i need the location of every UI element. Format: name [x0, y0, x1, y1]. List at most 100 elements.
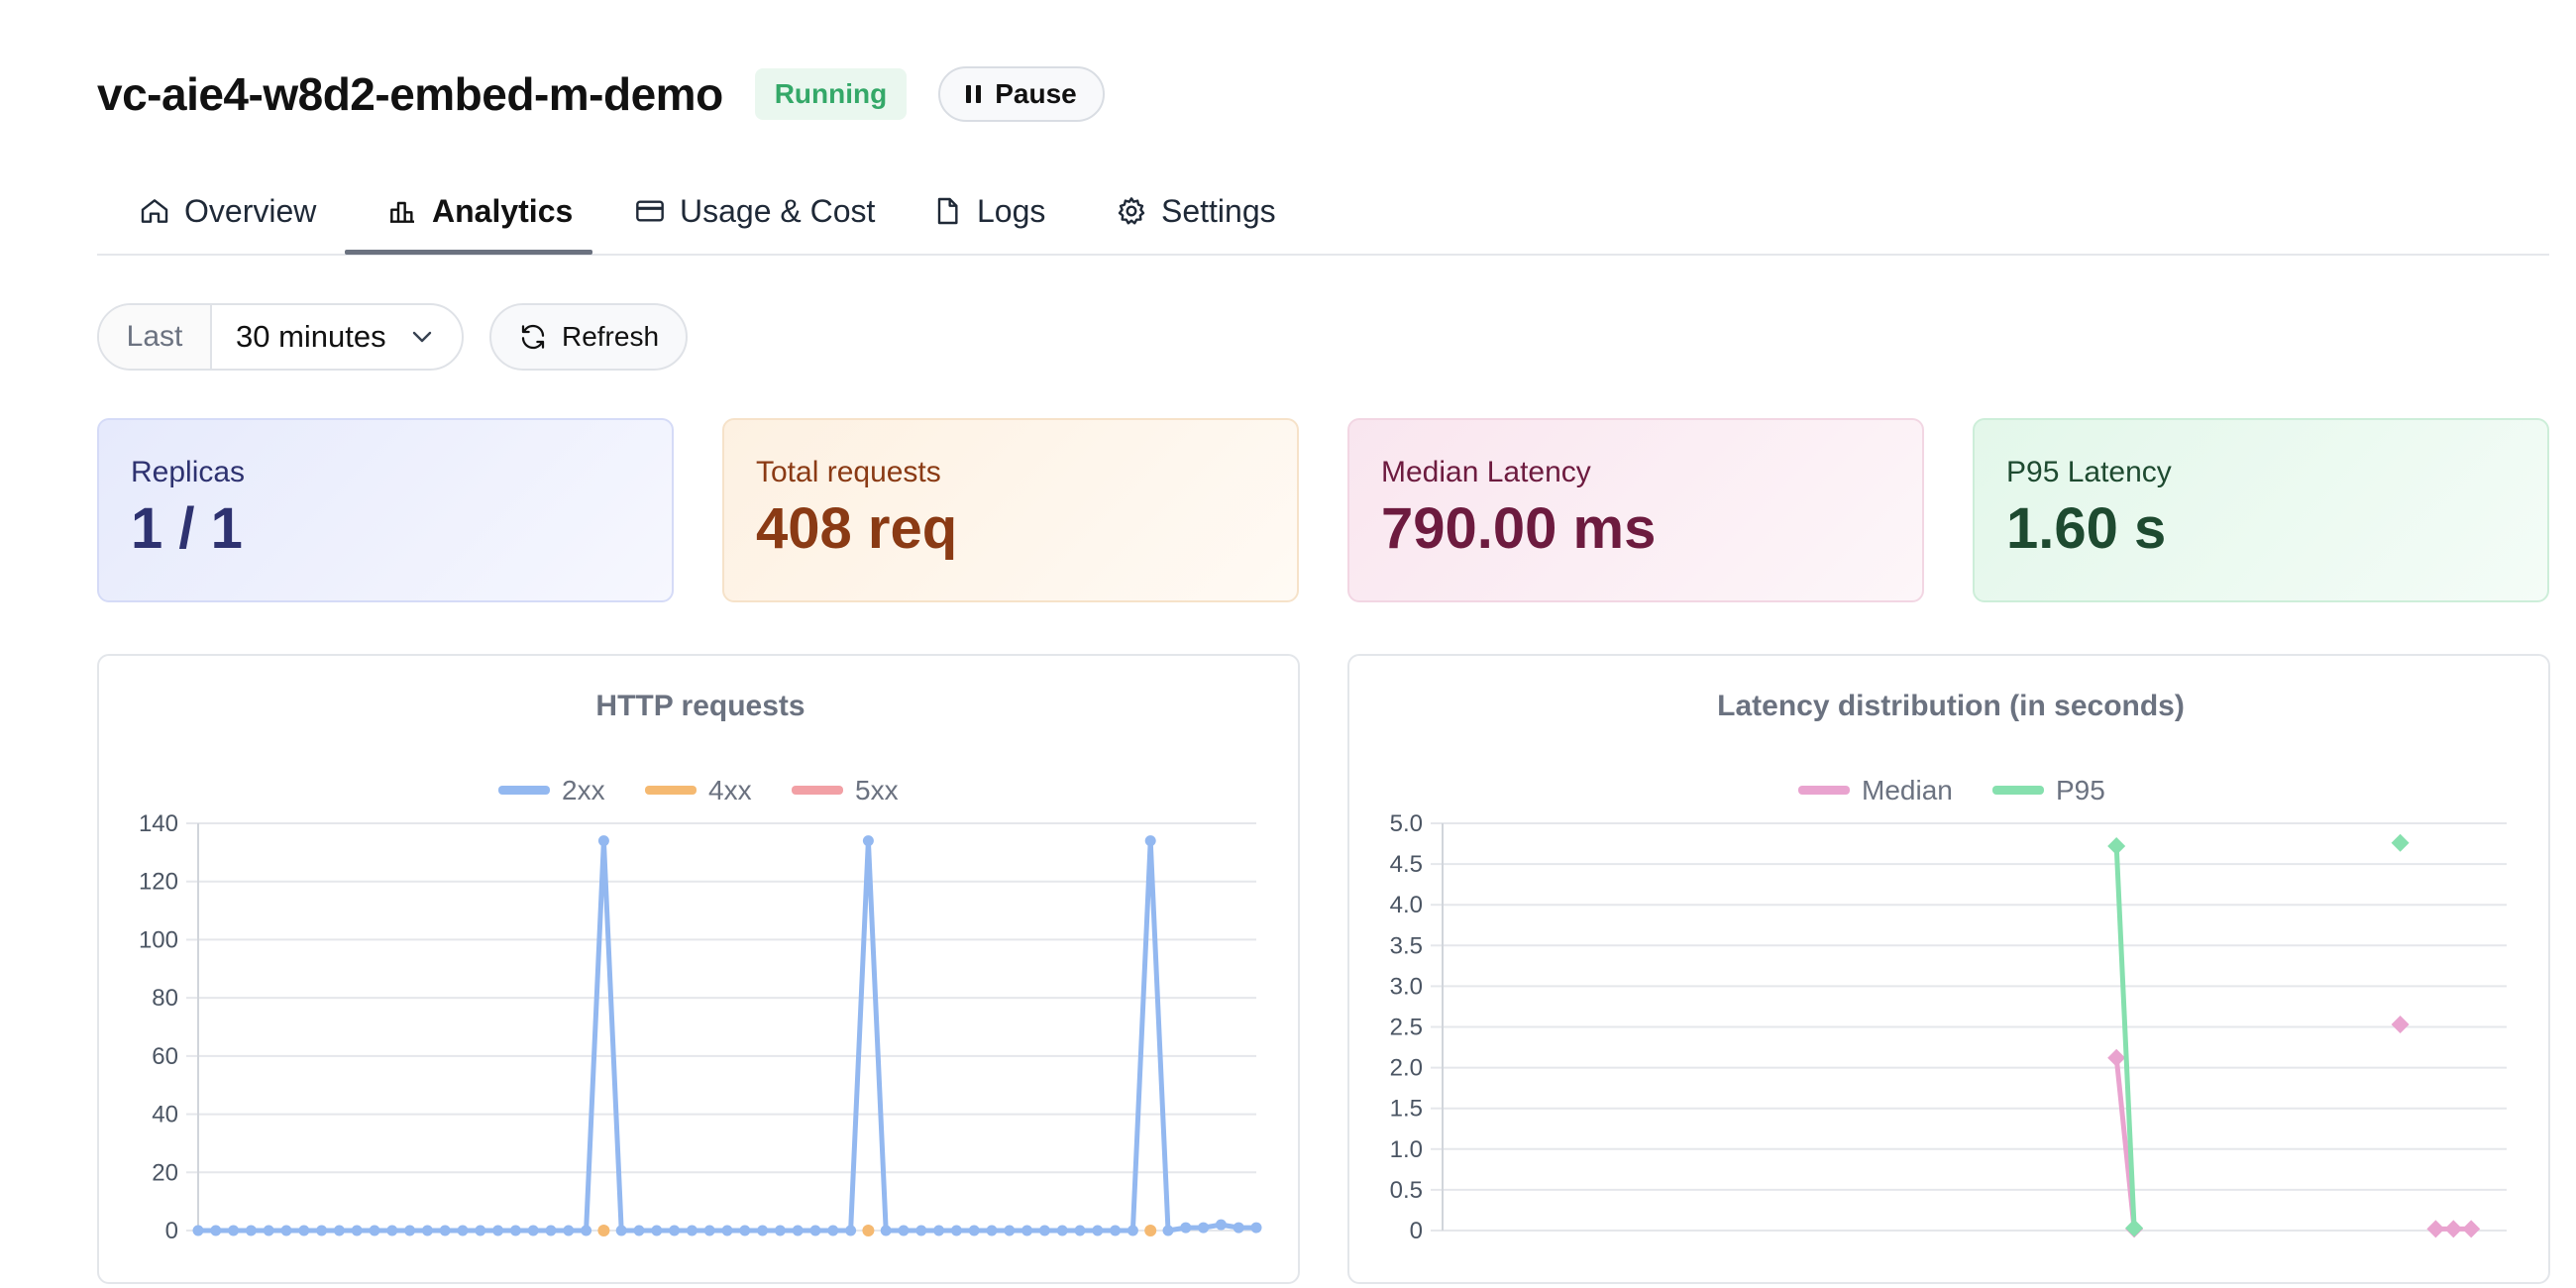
data-point-2xx [527, 1225, 539, 1236]
tab-overview[interactable]: Overview [139, 168, 316, 254]
tab-label: Settings [1161, 192, 1276, 229]
y-tick-label: 0.5 [1390, 1177, 1423, 1204]
http-requests-chart-card: HTTP requests 2xx 4xx 5xx 0 20 40 60 80 100 120 140 [97, 654, 1300, 1284]
tab-label: Overview [184, 192, 317, 229]
tab-settings[interactable]: Settings [1116, 168, 1276, 254]
data-point-2xx [597, 835, 609, 847]
file-icon [937, 197, 958, 225]
legend-swatch [792, 786, 843, 795]
y-tick-label: 120 [139, 869, 178, 896]
data-point-2xx [915, 1225, 927, 1236]
data-point-2xx [1233, 1222, 1244, 1234]
data-point-2xx [1074, 1225, 1086, 1236]
legend-label: Median [1862, 775, 1953, 805]
latency-chart-card: Latency distribution (in seconds) Median P… [1347, 654, 2550, 1284]
legend-swatch [1798, 786, 1850, 795]
y-tick-label: 0 [1410, 1218, 1423, 1244]
data-point-median [2107, 1048, 2126, 1067]
time-range-value: 30 minutes [236, 319, 386, 354]
gear-icon [1118, 197, 1145, 225]
legend-swatch [645, 786, 697, 795]
latency-distribution-chart: Latency distribution (in seconds) Median P… [1390, 690, 2507, 1244]
data-point-2xx [633, 1225, 645, 1236]
data-point-2xx [1215, 1219, 1227, 1231]
series-line-p95 [2113, 843, 2137, 1232]
y-tick-label: 4.0 [1390, 892, 1423, 918]
data-point-2xx [439, 1225, 451, 1236]
data-point-2xx [545, 1225, 557, 1236]
active-tab-indicator [345, 250, 592, 255]
data-point-2xx [245, 1225, 257, 1236]
data-point-2xx [827, 1225, 839, 1236]
metric-value: 408 req [756, 496, 958, 561]
data-point-2xx [1004, 1225, 1016, 1236]
data-point-2xx [1127, 1225, 1138, 1236]
legend-label: 5xx [855, 775, 899, 805]
data-point-2xx [862, 835, 874, 847]
y-tick-label: 4.5 [1390, 851, 1423, 878]
metric-card-p95-latency: P95 Latency 1.60 s [1973, 418, 2549, 602]
data-point-2xx [351, 1225, 363, 1236]
data-point-2xx [757, 1225, 769, 1236]
tab-logs[interactable]: Logs [931, 168, 1045, 254]
data-point-2xx [421, 1225, 433, 1236]
data-point-4xx [1144, 1225, 1157, 1236]
metric-card-total-requests: Total requests 408 req [722, 418, 1299, 602]
metric-label: Total requests [756, 456, 941, 488]
data-point-2xx [933, 1225, 945, 1236]
pause-button[interactable]: Pause [938, 66, 1105, 122]
pause-icon [966, 85, 982, 103]
data-point-p95 [2107, 837, 2126, 856]
data-point-2xx [210, 1225, 222, 1236]
data-point-2xx [457, 1225, 469, 1236]
metric-value: 1.60 s [2006, 496, 2167, 561]
data-point-4xx [597, 1225, 610, 1236]
data-point-2xx [968, 1225, 980, 1236]
http-requests-chart: HTTP requests 2xx 4xx 5xx 0 20 40 60 80 100 120 140 [139, 690, 1262, 1244]
data-point-2xx [1198, 1222, 1210, 1234]
data-point-2xx [228, 1225, 240, 1236]
tab-analytics[interactable]: Analytics [386, 168, 573, 254]
data-point-2xx [1056, 1225, 1068, 1236]
refresh-label: Refresh [561, 321, 660, 352]
data-point-2xx [739, 1225, 751, 1236]
metric-label: Replicas [131, 456, 246, 488]
data-point-2xx [686, 1225, 698, 1236]
data-point-2xx [563, 1225, 575, 1236]
refresh-icon [521, 324, 545, 350]
tab-usage-cost[interactable]: Usage & Cost [634, 168, 875, 254]
data-point-2xx [703, 1225, 715, 1236]
data-point-2xx [298, 1225, 310, 1236]
data-point-2xx [1021, 1225, 1033, 1236]
data-point-2xx [369, 1225, 380, 1236]
data-point-2xx [792, 1225, 804, 1236]
time-range-select[interactable]: Last 30 minutes [97, 303, 464, 371]
y-tick-label: 140 [139, 810, 178, 837]
home-icon [141, 199, 168, 223]
metric-card-median-latency: Median Latency 790.00 ms [1347, 418, 1924, 602]
data-point-2xx [263, 1225, 274, 1236]
tab-label: Logs [977, 192, 1046, 229]
data-point-2xx [721, 1225, 733, 1236]
metric-label: P95 Latency [2006, 456, 2172, 488]
data-point-2xx [669, 1225, 681, 1236]
y-tick-label: 0 [165, 1218, 178, 1244]
data-point-2xx [1144, 835, 1156, 847]
legend-label: P95 [2056, 775, 2105, 805]
y-tick-label: 2.5 [1390, 1015, 1423, 1041]
y-tick-label: 5.0 [1390, 810, 1423, 837]
data-point-2xx [581, 1225, 592, 1236]
data-point-2xx [1162, 1225, 1174, 1236]
y-tick-label: 20 [152, 1159, 178, 1186]
data-point-2xx [280, 1225, 292, 1236]
data-point-2xx [404, 1225, 416, 1236]
credit-card-icon [636, 200, 664, 222]
refresh-button[interactable]: Refresh [489, 303, 688, 371]
data-point-2xx [809, 1225, 821, 1236]
data-point-2xx [316, 1225, 328, 1236]
chart-title: HTTP requests [595, 690, 805, 722]
y-tick-label: 60 [152, 1043, 178, 1070]
data-point-2xx [774, 1225, 786, 1236]
y-tick-label: 2.0 [1390, 1055, 1423, 1082]
bar-chart-icon [390, 201, 414, 223]
